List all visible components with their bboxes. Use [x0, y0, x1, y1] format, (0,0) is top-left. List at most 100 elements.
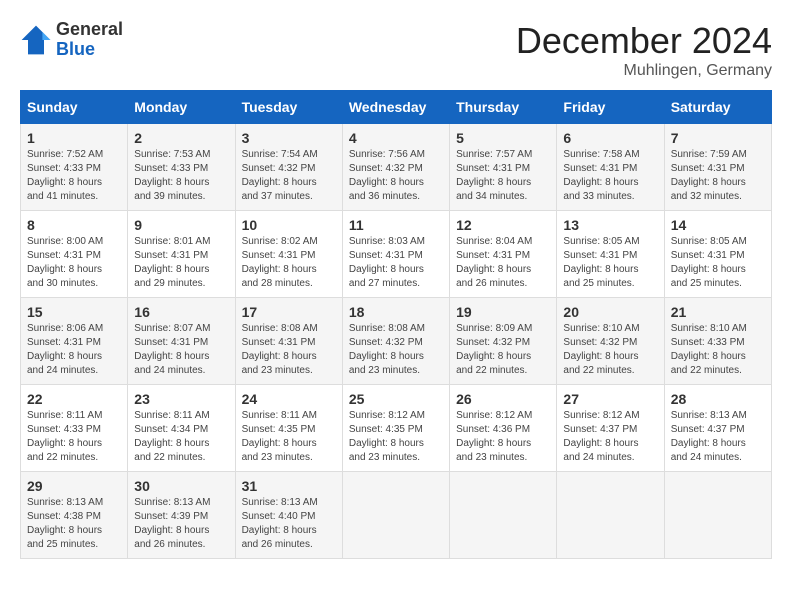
calendar-cell: 13 Sunrise: 8:05 AMSunset: 4:31 PMDayligh…: [557, 211, 664, 298]
calendar-cell: 12 Sunrise: 8:04 AMSunset: 4:31 PMDayligh…: [450, 211, 557, 298]
day-number: 25: [349, 391, 443, 407]
calendar-cell: 15 Sunrise: 8:06 AMSunset: 4:31 PMDayligh…: [21, 298, 128, 385]
calendar-cell: 11Sunrise: 8:03 AMSunset: 4:31 PMDayligh…: [342, 211, 449, 298]
cell-details: Sunrise: 8:05 AMSunset: 4:31 PMDaylight:…: [563, 236, 639, 289]
day-number: 2: [134, 130, 228, 146]
calendar-table: SundayMondayTuesdayWednesdayThursdayFrid…: [20, 90, 772, 559]
title-area: December 2024 Muhlingen, Germany: [516, 20, 772, 80]
header-saturday: Saturday: [664, 91, 771, 124]
calendar-cell: 19Sunrise: 8:09 AMSunset: 4:32 PMDayligh…: [450, 298, 557, 385]
calendar-cell: 18Sunrise: 8:08 AMSunset: 4:32 PMDayligh…: [342, 298, 449, 385]
cell-details: Sunrise: 8:06 AMSunset: 4:31 PMDaylight:…: [27, 323, 103, 376]
cell-details: Sunrise: 8:13 AMSunset: 4:40 PMDaylight:…: [242, 497, 318, 550]
cell-details: Sunrise: 7:53 AMSunset: 4:33 PMDaylight:…: [134, 149, 210, 202]
cell-details: Sunrise: 7:59 AMSunset: 4:31 PMDaylight:…: [671, 149, 747, 202]
calendar-cell: 31 Sunrise: 8:13 AMSunset: 4:40 PMDayligh…: [235, 472, 342, 559]
day-number: 16: [134, 304, 228, 320]
logo-icon: [20, 24, 52, 56]
header-wednesday: Wednesday: [342, 91, 449, 124]
calendar-cell: 4Sunrise: 7:56 AMSunset: 4:32 PMDaylight…: [342, 124, 449, 211]
day-number: 8: [27, 217, 121, 233]
header-thursday: Thursday: [450, 91, 557, 124]
cell-details: Sunrise: 8:12 AMSunset: 4:35 PMDaylight:…: [349, 410, 425, 463]
calendar-cell: 24 Sunrise: 8:11 AMSunset: 4:35 PMDayligh…: [235, 385, 342, 472]
page-header: General Blue December 2024 Muhlingen, Ge…: [20, 20, 772, 80]
header-sunday: Sunday: [21, 91, 128, 124]
calendar-cell: 6 Sunrise: 7:58 AMSunset: 4:31 PMDaylight…: [557, 124, 664, 211]
day-number: 5: [456, 130, 550, 146]
calendar-cell: 3Sunrise: 7:54 AMSunset: 4:32 PMDaylight…: [235, 124, 342, 211]
day-number: 22: [27, 391, 121, 407]
day-number: 9: [134, 217, 228, 233]
calendar-cell: [342, 472, 449, 559]
cell-details: Sunrise: 8:02 AMSunset: 4:31 PMDaylight:…: [242, 236, 318, 289]
calendar-cell: 30Sunrise: 8:13 AMSunset: 4:39 PMDayligh…: [128, 472, 235, 559]
header-friday: Friday: [557, 91, 664, 124]
calendar-cell: 27 Sunrise: 8:12 AMSunset: 4:37 PMDayligh…: [557, 385, 664, 472]
day-number: 31: [242, 478, 336, 494]
cell-details: Sunrise: 8:11 AMSunset: 4:33 PMDaylight:…: [27, 410, 102, 463]
day-number: 26: [456, 391, 550, 407]
cell-details: Sunrise: 7:58 AMSunset: 4:31 PMDaylight:…: [563, 149, 639, 202]
cell-details: Sunrise: 8:09 AMSunset: 4:32 PMDaylight:…: [456, 323, 532, 376]
calendar-cell: [664, 472, 771, 559]
cell-details: Sunrise: 8:11 AMSunset: 4:35 PMDaylight:…: [242, 410, 317, 463]
cell-details: Sunrise: 8:11 AMSunset: 4:34 PMDaylight:…: [134, 410, 209, 463]
day-number: 4: [349, 130, 443, 146]
logo: General Blue: [20, 20, 123, 60]
calendar-cell: 7 Sunrise: 7:59 AMSunset: 4:31 PMDaylight…: [664, 124, 771, 211]
calendar-cell: 2 Sunrise: 7:53 AMSunset: 4:33 PMDaylight…: [128, 124, 235, 211]
week-row-1: 1 Sunrise: 7:52 AMSunset: 4:33 PMDaylight…: [21, 124, 772, 211]
cell-details: Sunrise: 8:04 AMSunset: 4:31 PMDaylight:…: [456, 236, 532, 289]
day-number: 17: [242, 304, 336, 320]
day-number: 11: [349, 217, 443, 233]
calendar-cell: [450, 472, 557, 559]
calendar-cell: 23Sunrise: 8:11 AMSunset: 4:34 PMDayligh…: [128, 385, 235, 472]
cell-details: Sunrise: 8:12 AMSunset: 4:36 PMDaylight:…: [456, 410, 532, 463]
weekday-header-row: SundayMondayTuesdayWednesdayThursdayFrid…: [21, 91, 772, 124]
cell-details: Sunrise: 8:00 AMSunset: 4:31 PMDaylight:…: [27, 236, 103, 289]
cell-details: Sunrise: 8:12 AMSunset: 4:37 PMDaylight:…: [563, 410, 639, 463]
calendar-cell: 10 Sunrise: 8:02 AMSunset: 4:31 PMDayligh…: [235, 211, 342, 298]
day-number: 10: [242, 217, 336, 233]
week-row-4: 22 Sunrise: 8:11 AMSunset: 4:33 PMDayligh…: [21, 385, 772, 472]
day-number: 24: [242, 391, 336, 407]
calendar-cell: 22 Sunrise: 8:11 AMSunset: 4:33 PMDayligh…: [21, 385, 128, 472]
calendar-cell: 20 Sunrise: 8:10 AMSunset: 4:32 PMDayligh…: [557, 298, 664, 385]
day-number: 18: [349, 304, 443, 320]
day-number: 7: [671, 130, 765, 146]
day-number: 29: [27, 478, 121, 494]
cell-details: Sunrise: 8:13 AMSunset: 4:37 PMDaylight:…: [671, 410, 747, 463]
header-monday: Monday: [128, 91, 235, 124]
location-label: Muhlingen, Germany: [516, 62, 772, 80]
calendar-cell: 28Sunrise: 8:13 AMSunset: 4:37 PMDayligh…: [664, 385, 771, 472]
day-number: 1: [27, 130, 121, 146]
calendar-cell: 14Sunrise: 8:05 AMSunset: 4:31 PMDayligh…: [664, 211, 771, 298]
day-number: 13: [563, 217, 657, 233]
day-number: 6: [563, 130, 657, 146]
week-row-2: 8 Sunrise: 8:00 AMSunset: 4:31 PMDaylight…: [21, 211, 772, 298]
calendar-cell: 29 Sunrise: 8:13 AMSunset: 4:38 PMDayligh…: [21, 472, 128, 559]
cell-details: Sunrise: 8:13 AMSunset: 4:38 PMDaylight:…: [27, 497, 103, 550]
calendar-cell: 16Sunrise: 8:07 AMSunset: 4:31 PMDayligh…: [128, 298, 235, 385]
cell-details: Sunrise: 8:10 AMSunset: 4:32 PMDaylight:…: [563, 323, 639, 376]
calendar-cell: 21 Sunrise: 8:10 AMSunset: 4:33 PMDayligh…: [664, 298, 771, 385]
week-row-5: 29 Sunrise: 8:13 AMSunset: 4:38 PMDayligh…: [21, 472, 772, 559]
calendar-cell: 1 Sunrise: 7:52 AMSunset: 4:33 PMDaylight…: [21, 124, 128, 211]
header-tuesday: Tuesday: [235, 91, 342, 124]
cell-details: Sunrise: 8:01 AMSunset: 4:31 PMDaylight:…: [134, 236, 210, 289]
day-number: 27: [563, 391, 657, 407]
calendar-cell: 9 Sunrise: 8:01 AMSunset: 4:31 PMDaylight…: [128, 211, 235, 298]
day-number: 3: [242, 130, 336, 146]
day-number: 12: [456, 217, 550, 233]
week-row-3: 15 Sunrise: 8:06 AMSunset: 4:31 PMDayligh…: [21, 298, 772, 385]
cell-details: Sunrise: 7:52 AMSunset: 4:33 PMDaylight:…: [27, 149, 103, 202]
day-number: 30: [134, 478, 228, 494]
day-number: 21: [671, 304, 765, 320]
calendar-cell: 5Sunrise: 7:57 AMSunset: 4:31 PMDaylight…: [450, 124, 557, 211]
day-number: 15: [27, 304, 121, 320]
day-number: 20: [563, 304, 657, 320]
cell-details: Sunrise: 8:10 AMSunset: 4:33 PMDaylight:…: [671, 323, 747, 376]
calendar-cell: [557, 472, 664, 559]
cell-details: Sunrise: 8:05 AMSunset: 4:31 PMDaylight:…: [671, 236, 747, 289]
